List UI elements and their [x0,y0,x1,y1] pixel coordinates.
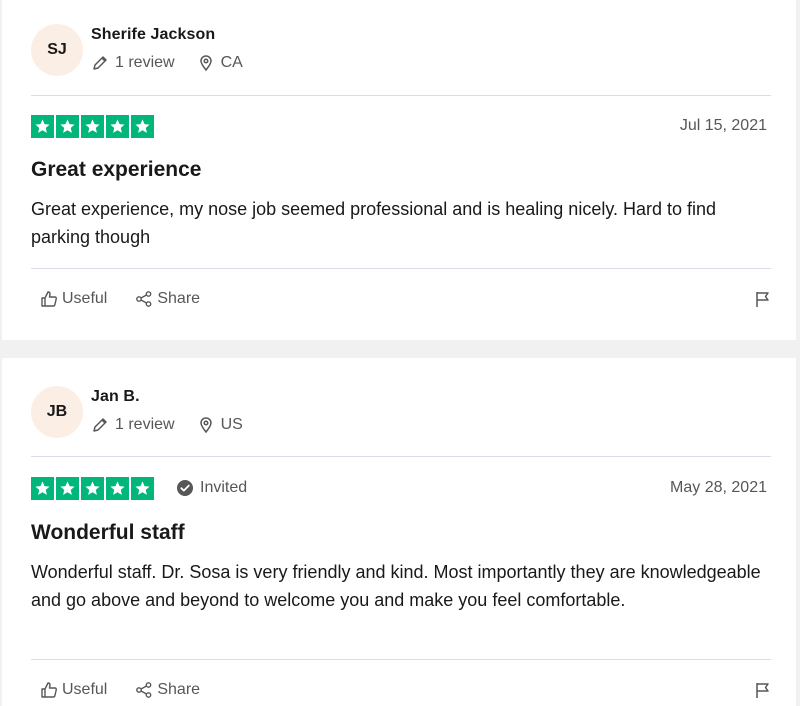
avatar[interactable]: JB [31,386,83,438]
review-date: Jul 15, 2021 [679,117,767,134]
location-pin-icon [197,416,215,434]
share-label: Share [157,681,201,698]
useful-label: Useful [62,681,108,698]
divider [31,95,771,96]
star-icon [131,115,154,138]
review-card: SJ Sherife Jackson 1 review CA Jul 15, 2… [2,0,796,340]
share-button[interactable]: Share [135,290,200,308]
location-pin-icon [197,54,215,72]
pencil-icon [91,54,109,72]
useful-button[interactable]: Useful [40,290,107,308]
useful-button[interactable]: Useful [40,681,107,699]
flag-icon[interactable] [754,290,772,308]
review-count: 1 review [115,416,175,433]
verified-check-icon [176,479,194,497]
star-rating [31,115,154,138]
review-body: Wonderful staff. Dr. Sosa is very friend… [31,562,761,610]
star-icon [56,477,79,500]
star-icon [131,477,154,500]
review-date: May 28, 2021 [670,479,767,496]
review-card: JB Jan B. 1 review US Invited May 28, 20… [2,358,796,706]
review-title[interactable]: Wonderful staff [31,521,185,545]
share-button[interactable]: Share [135,681,200,699]
divider [31,659,771,660]
star-icon [106,477,129,500]
star-rating [31,477,154,500]
useful-label: Useful [62,290,108,307]
share-label: Share [157,290,201,307]
reviewer-name[interactable]: Sherife Jackson [91,26,215,44]
review-title[interactable]: Great experience [31,158,201,182]
review-actions: Useful Share [40,290,772,308]
share-icon [135,290,153,308]
reviews-page: SJ Sherife Jackson 1 review CA Jul 15, 2… [0,0,800,706]
star-icon [31,477,54,500]
reviewer-name[interactable]: Jan B. [91,388,140,406]
divider [31,456,771,457]
reviewer-location: CA [220,54,243,71]
avatar[interactable]: SJ [31,24,83,76]
reviewer-header: SJ Sherife Jackson 1 review CA [31,22,771,78]
star-icon [81,115,104,138]
review-count: 1 review [115,54,175,71]
invited-badge[interactable]: Invited [176,479,247,497]
star-icon [56,115,79,138]
divider [31,268,771,269]
flag-icon[interactable] [754,681,772,699]
reviewer-location: US [220,416,243,433]
reviewer-meta: 1 review US [91,416,243,434]
reviewer-header: JB Jan B. 1 review US [31,384,771,440]
star-icon [81,477,104,500]
thumbs-up-icon [40,681,58,699]
share-icon [135,681,153,699]
review-body: Great experience, my nose job seemed pro… [31,199,717,247]
reviewer-meta: 1 review CA [91,54,243,72]
review-actions: Useful Share [40,681,772,699]
star-icon [106,115,129,138]
invited-label: Invited [200,479,248,496]
pencil-icon [91,416,109,434]
star-icon [31,115,54,138]
thumbs-up-icon [40,290,58,308]
